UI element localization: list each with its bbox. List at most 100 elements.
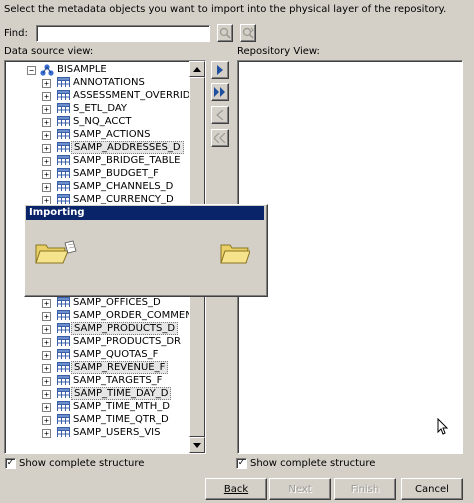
tree-item-label: SAMP_TIME_QTR_D (73, 414, 169, 425)
left-show-structure-checkbox[interactable]: ✓ (5, 458, 16, 469)
arrow-right-icon (217, 65, 223, 75)
tree-item[interactable]: + SAMP_TARGETS_F (5, 374, 205, 387)
expand-toggle[interactable]: + (42, 416, 51, 425)
data-source-view-label: Data source view: (4, 46, 94, 57)
expand-toggle[interactable]: + (42, 429, 51, 438)
tree-item[interactable]: + SAMP_TIME_MTH_D (5, 400, 205, 413)
arrow-up-icon (193, 66, 201, 72)
tree-item-label: SAMP_ORDER_COMMEN... (73, 310, 203, 321)
table-icon (57, 427, 70, 437)
expand-toggle[interactable]: + (42, 338, 51, 347)
tree-item-label: SAMP_OFFICES_D (73, 297, 161, 308)
tree-item[interactable]: + SAMP_PRODUCTS_DR (5, 335, 205, 348)
table-icon (57, 388, 70, 398)
expand-toggle[interactable]: + (42, 299, 51, 308)
finish-button-label: Finish (350, 483, 380, 495)
find-input[interactable] (36, 25, 210, 42)
table-icon (57, 375, 70, 385)
table-icon (57, 116, 70, 126)
tree-item[interactable]: + SAMP_ACTIONS (5, 128, 205, 141)
tree-item-label: SAMP_PRODUCTS_D (71, 322, 179, 335)
expand-toggle[interactable]: + (42, 364, 51, 373)
back-button-label: Back (223, 483, 249, 495)
expand-toggle[interactable]: + (42, 325, 51, 334)
find-next-button[interactable] (240, 24, 256, 42)
tree-item-label: ASSESSMENT_OVERRID... (73, 90, 201, 101)
instruction-text: Select the metadata objects you want to … (4, 4, 447, 15)
back-button[interactable]: Back (205, 478, 267, 500)
expand-toggle[interactable]: + (42, 403, 51, 412)
arrow-down-icon (193, 442, 201, 448)
tree-item[interactable]: + S_ETL_DAY (5, 102, 205, 115)
table-icon (57, 336, 70, 346)
expand-toggle[interactable]: + (42, 157, 51, 166)
expand-toggle[interactable]: + (42, 118, 51, 127)
expand-toggle[interactable]: + (42, 105, 51, 114)
table-icon (57, 414, 70, 424)
expand-toggle[interactable]: + (42, 390, 51, 399)
arrow-left-icon (216, 110, 224, 120)
tree-item[interactable]: + SAMP_OFFICES_D (5, 296, 205, 309)
add-selected-button[interactable] (211, 61, 229, 79)
expand-toggle[interactable]: + (42, 79, 51, 88)
next-button[interactable]: Next (269, 478, 331, 500)
expand-toggle[interactable]: + (42, 312, 51, 321)
tree-item-label: SAMP_USERS_VIS (73, 427, 161, 438)
tree-item[interactable]: + SAMP_CHANNELS_D (5, 180, 205, 193)
find-button[interactable] (217, 24, 233, 42)
cancel-button[interactable]: Cancel (401, 478, 463, 500)
repository-tree[interactable] (237, 60, 463, 454)
remove-all-button[interactable] (211, 129, 229, 147)
tree-item[interactable]: + SAMP_ADDRESSES_D (5, 141, 205, 154)
tree-item[interactable]: + S_NQ_ACCT (5, 115, 205, 128)
right-show-structure-label: Show complete structure (250, 458, 376, 469)
table-icon (57, 168, 70, 178)
tree-item-label: S_ETL_DAY (73, 103, 128, 114)
left-show-structure-label: Show complete structure (19, 458, 145, 469)
cancel-button-label: Cancel (415, 483, 449, 495)
next-button-label: Next (288, 483, 312, 495)
table-icon (57, 194, 70, 204)
find-icon (219, 27, 231, 39)
tree-item[interactable]: + SAMP_PRODUCTS_D (5, 322, 205, 335)
tree-item-label: SAMP_TIME_DAY_D (71, 387, 172, 400)
tree-item[interactable]: + ANNOTATIONS (5, 76, 205, 89)
tree-root-label: BISAMPLE (57, 64, 107, 75)
tree-item[interactable]: + SAMP_BUDGET_F (5, 167, 205, 180)
tree-item-label: S_NQ_ACCT (73, 116, 132, 127)
tree-item[interactable]: + SAMP_USERS_VIS (5, 426, 205, 439)
tree-item[interactable]: + SAMP_BRIDGE_TABLE (5, 154, 205, 167)
finish-button[interactable]: Finish (334, 478, 396, 500)
tree-item[interactable]: + SAMP_TIME_DAY_D (5, 387, 205, 400)
right-show-structure-checkbox[interactable]: ✓ (236, 458, 247, 469)
tree-item[interactable]: + SAMP_REVENUE_F (5, 361, 205, 374)
tree-item[interactable]: + SAMP_TIME_QTR_D (5, 413, 205, 426)
expand-toggle[interactable]: + (42, 183, 51, 192)
expand-toggle[interactable]: + (42, 92, 51, 101)
add-all-button[interactable] (211, 83, 229, 101)
table-icon (57, 90, 70, 100)
find-label: Find: (4, 28, 28, 39)
tree-item-label: SAMP_CHANNELS_D (73, 181, 174, 192)
scroll-down-button[interactable] (189, 437, 205, 453)
table-icon (57, 297, 70, 307)
expand-toggle[interactable]: + (42, 144, 51, 153)
scroll-up-button[interactable] (189, 61, 205, 77)
destination-folder-icon (220, 244, 250, 264)
tree-item[interactable]: + SAMP_QUOTAS_F (5, 348, 205, 361)
source-folder-icon (35, 240, 77, 264)
table-icon (57, 349, 70, 359)
remove-selected-button[interactable] (211, 106, 229, 124)
expand-toggle[interactable]: + (42, 170, 51, 179)
expand-toggle[interactable]: − (27, 66, 36, 75)
table-icon (57, 129, 70, 139)
tree-root-bisample[interactable]: − BISAMPLE (5, 63, 205, 76)
table-icon (57, 323, 70, 333)
tree-item-label: SAMP_ADDRESSES_D (71, 141, 184, 154)
tree-item[interactable]: + ASSESSMENT_OVERRID... (5, 89, 205, 102)
table-icon (57, 181, 70, 191)
expand-toggle[interactable]: + (42, 131, 51, 140)
expand-toggle[interactable]: + (42, 377, 51, 386)
tree-item[interactable]: + SAMP_ORDER_COMMEN... (5, 309, 205, 322)
expand-toggle[interactable]: + (42, 351, 51, 360)
